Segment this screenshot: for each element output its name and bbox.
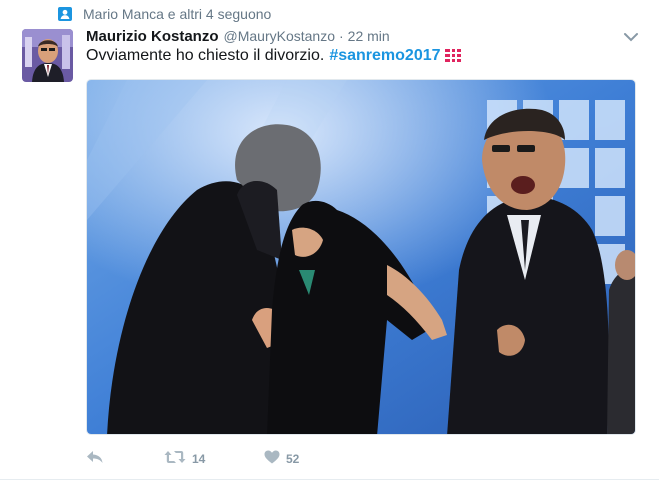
like-count: 52 — [286, 452, 300, 466]
retweet-icon[interactable] — [164, 450, 186, 469]
author-fullname[interactable]: Maurizio Kostanzo — [86, 28, 219, 45]
tweet-header: Maurizio Kostanzo @MauryKostanzo · 22 mi… — [86, 28, 390, 48]
tweet-actions: 14 52 — [86, 448, 299, 470]
tweet-text: Ovviamente ho chiesto il divorzio. #sanr… — [86, 47, 462, 65]
reply-icon[interactable] — [86, 450, 104, 469]
retweet-count: 14 — [192, 452, 206, 466]
hashtag-emoji-icon — [444, 48, 462, 64]
social-context-text[interactable]: Mario Manca e altri 4 seguono — [83, 6, 271, 22]
retweet-action[interactable]: 14 — [164, 450, 264, 469]
tweet[interactable]: Mario Manca e altri 4 seguono Maurizio K… — [0, 0, 659, 480]
author-username[interactable]: @MauryKostanzo — [224, 28, 335, 44]
tweet-photo[interactable] — [86, 79, 636, 435]
tweet-timestamp[interactable]: 22 min — [348, 28, 390, 44]
avatar[interactable] — [22, 29, 73, 82]
reply-action[interactable] — [86, 450, 164, 469]
header-separator: · — [339, 28, 344, 44]
social-context: Mario Manca e altri 4 seguono — [57, 5, 271, 23]
follow-icon — [57, 6, 73, 22]
more-options-chevron-icon[interactable] — [622, 30, 640, 44]
tweet-body: Ovviamente ho chiesto il divorzio. — [86, 47, 325, 64]
hashtag-link[interactable]: #sanremo2017 — [329, 47, 440, 65]
heart-icon[interactable] — [264, 450, 280, 469]
like-action[interactable]: 52 — [264, 450, 299, 469]
